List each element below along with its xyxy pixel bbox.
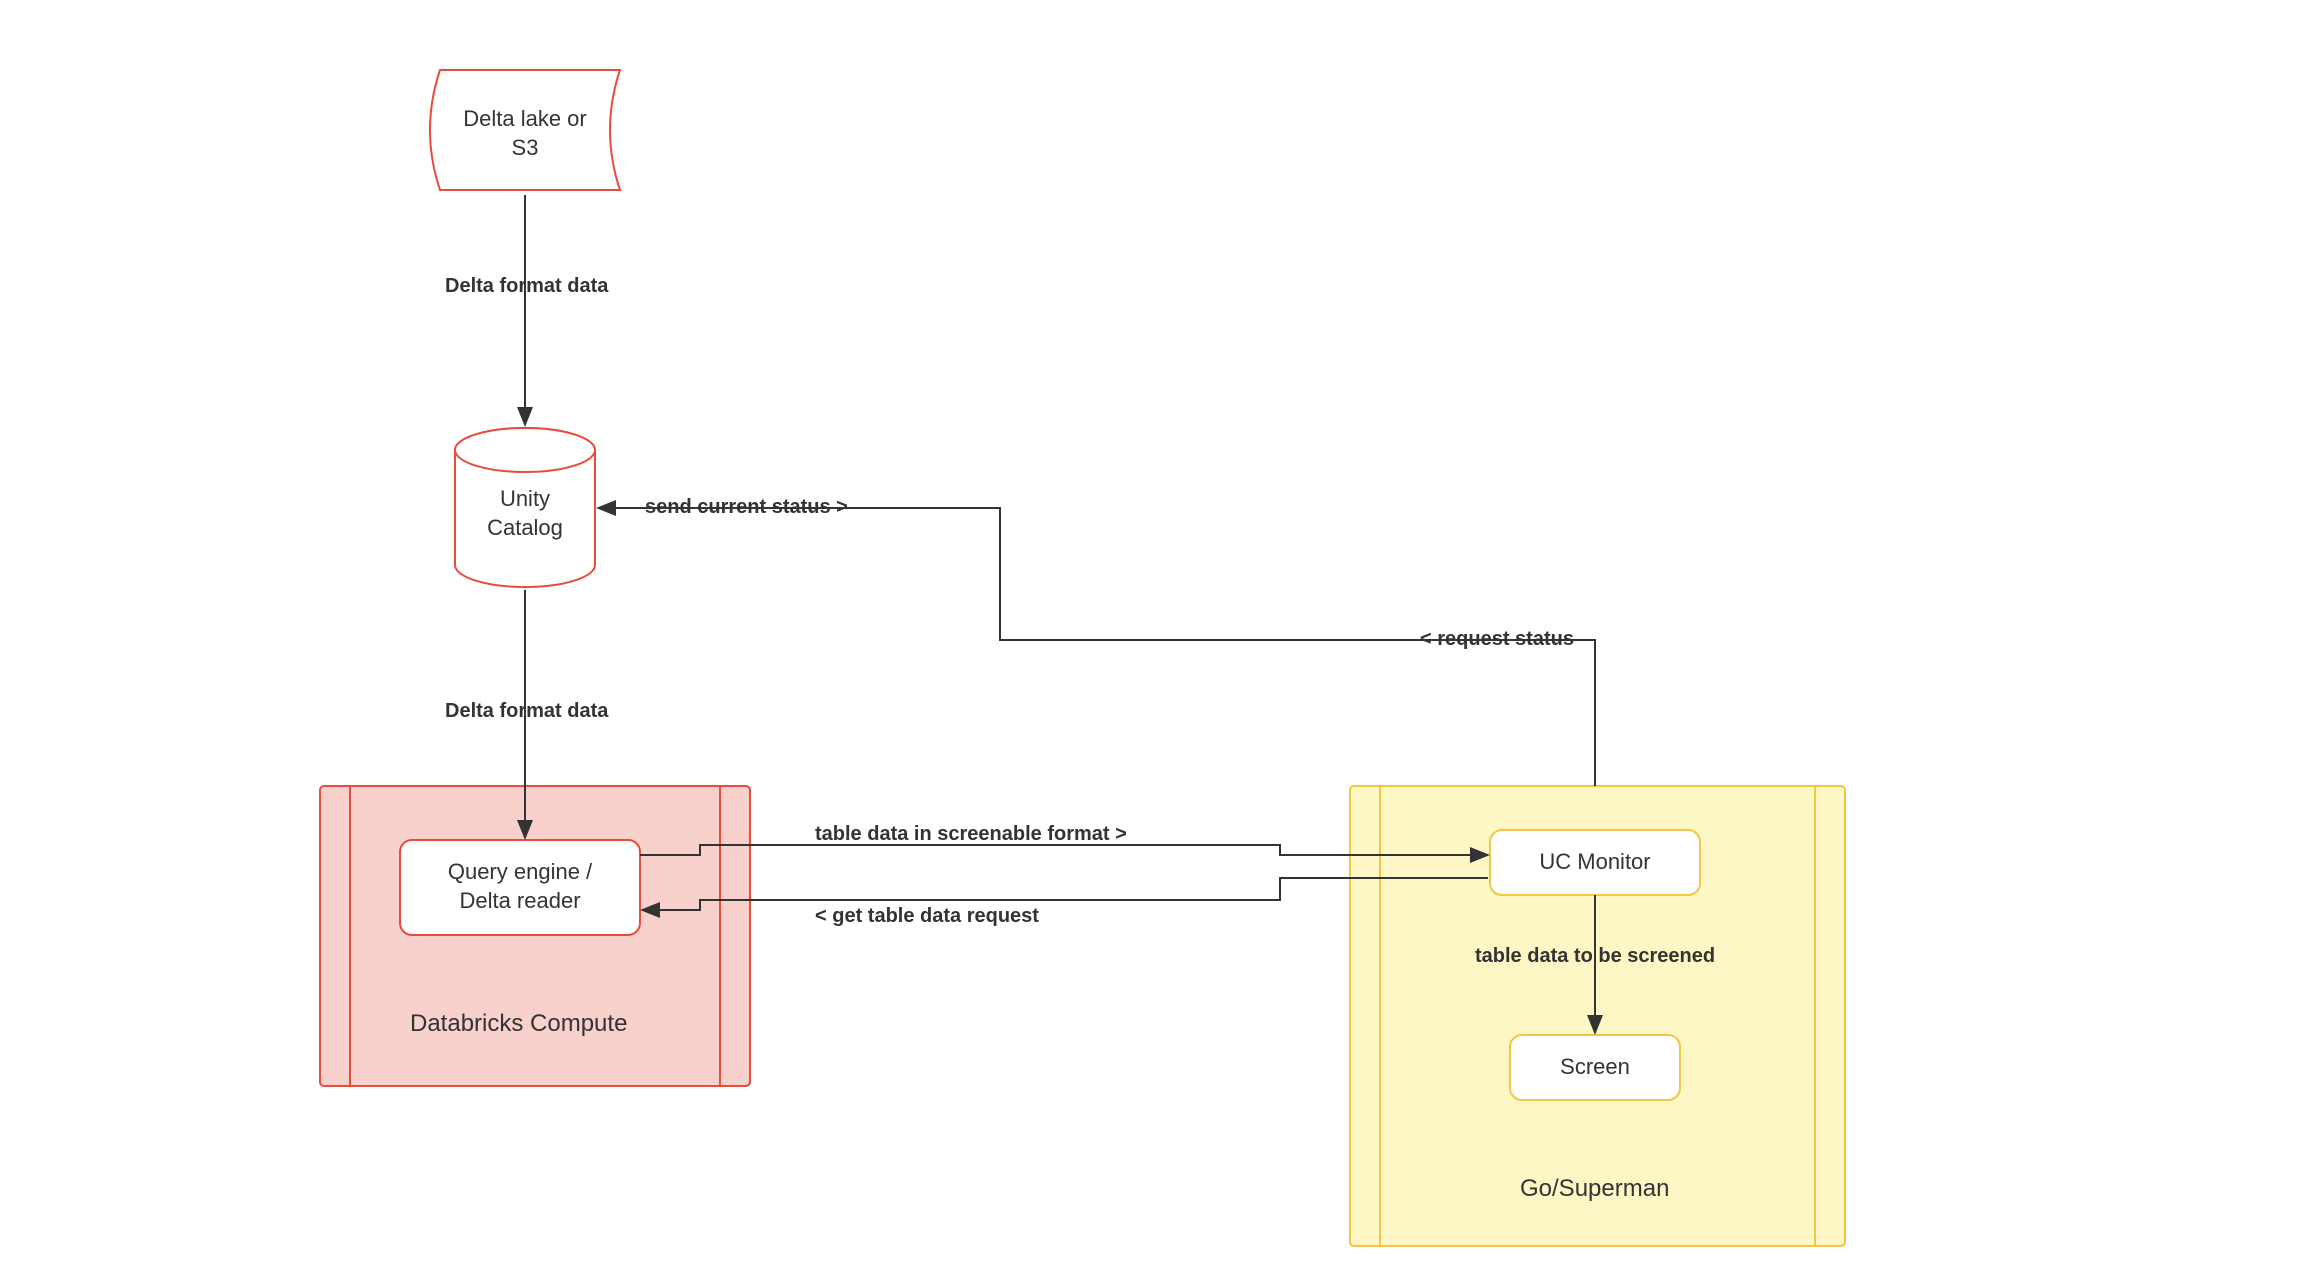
edge-label-delta-1: Delta format data (445, 275, 608, 298)
edge-label-send-status: send current status > (645, 496, 848, 519)
edge-label-request-status: < request status (1420, 628, 1574, 651)
go-superman-label: Go/Superman (1520, 1175, 1669, 1203)
unity-catalog-label: Unity Catalog (480, 485, 570, 542)
edge-label-delta-2: Delta format data (445, 700, 608, 723)
edge-label-get-table-data: < get table data request (815, 905, 1039, 928)
diagram-svg (0, 0, 2300, 1280)
screen-label: Screen (1520, 1053, 1670, 1082)
databricks-label: Databricks Compute (410, 1010, 627, 1038)
edge-label-table-screenable: table data in screenable format > (815, 823, 1127, 846)
query-engine-label: Query engine / Delta reader (410, 858, 630, 915)
delta-lake-label: Delta lake or S3 (445, 105, 605, 162)
diagram-canvas: Delta lake or S3 Unity Catalog Query eng… (0, 0, 2300, 1280)
edge-label-table-screened: table data to be screened (1475, 945, 1715, 968)
uc-monitor-label: UC Monitor (1500, 848, 1690, 877)
